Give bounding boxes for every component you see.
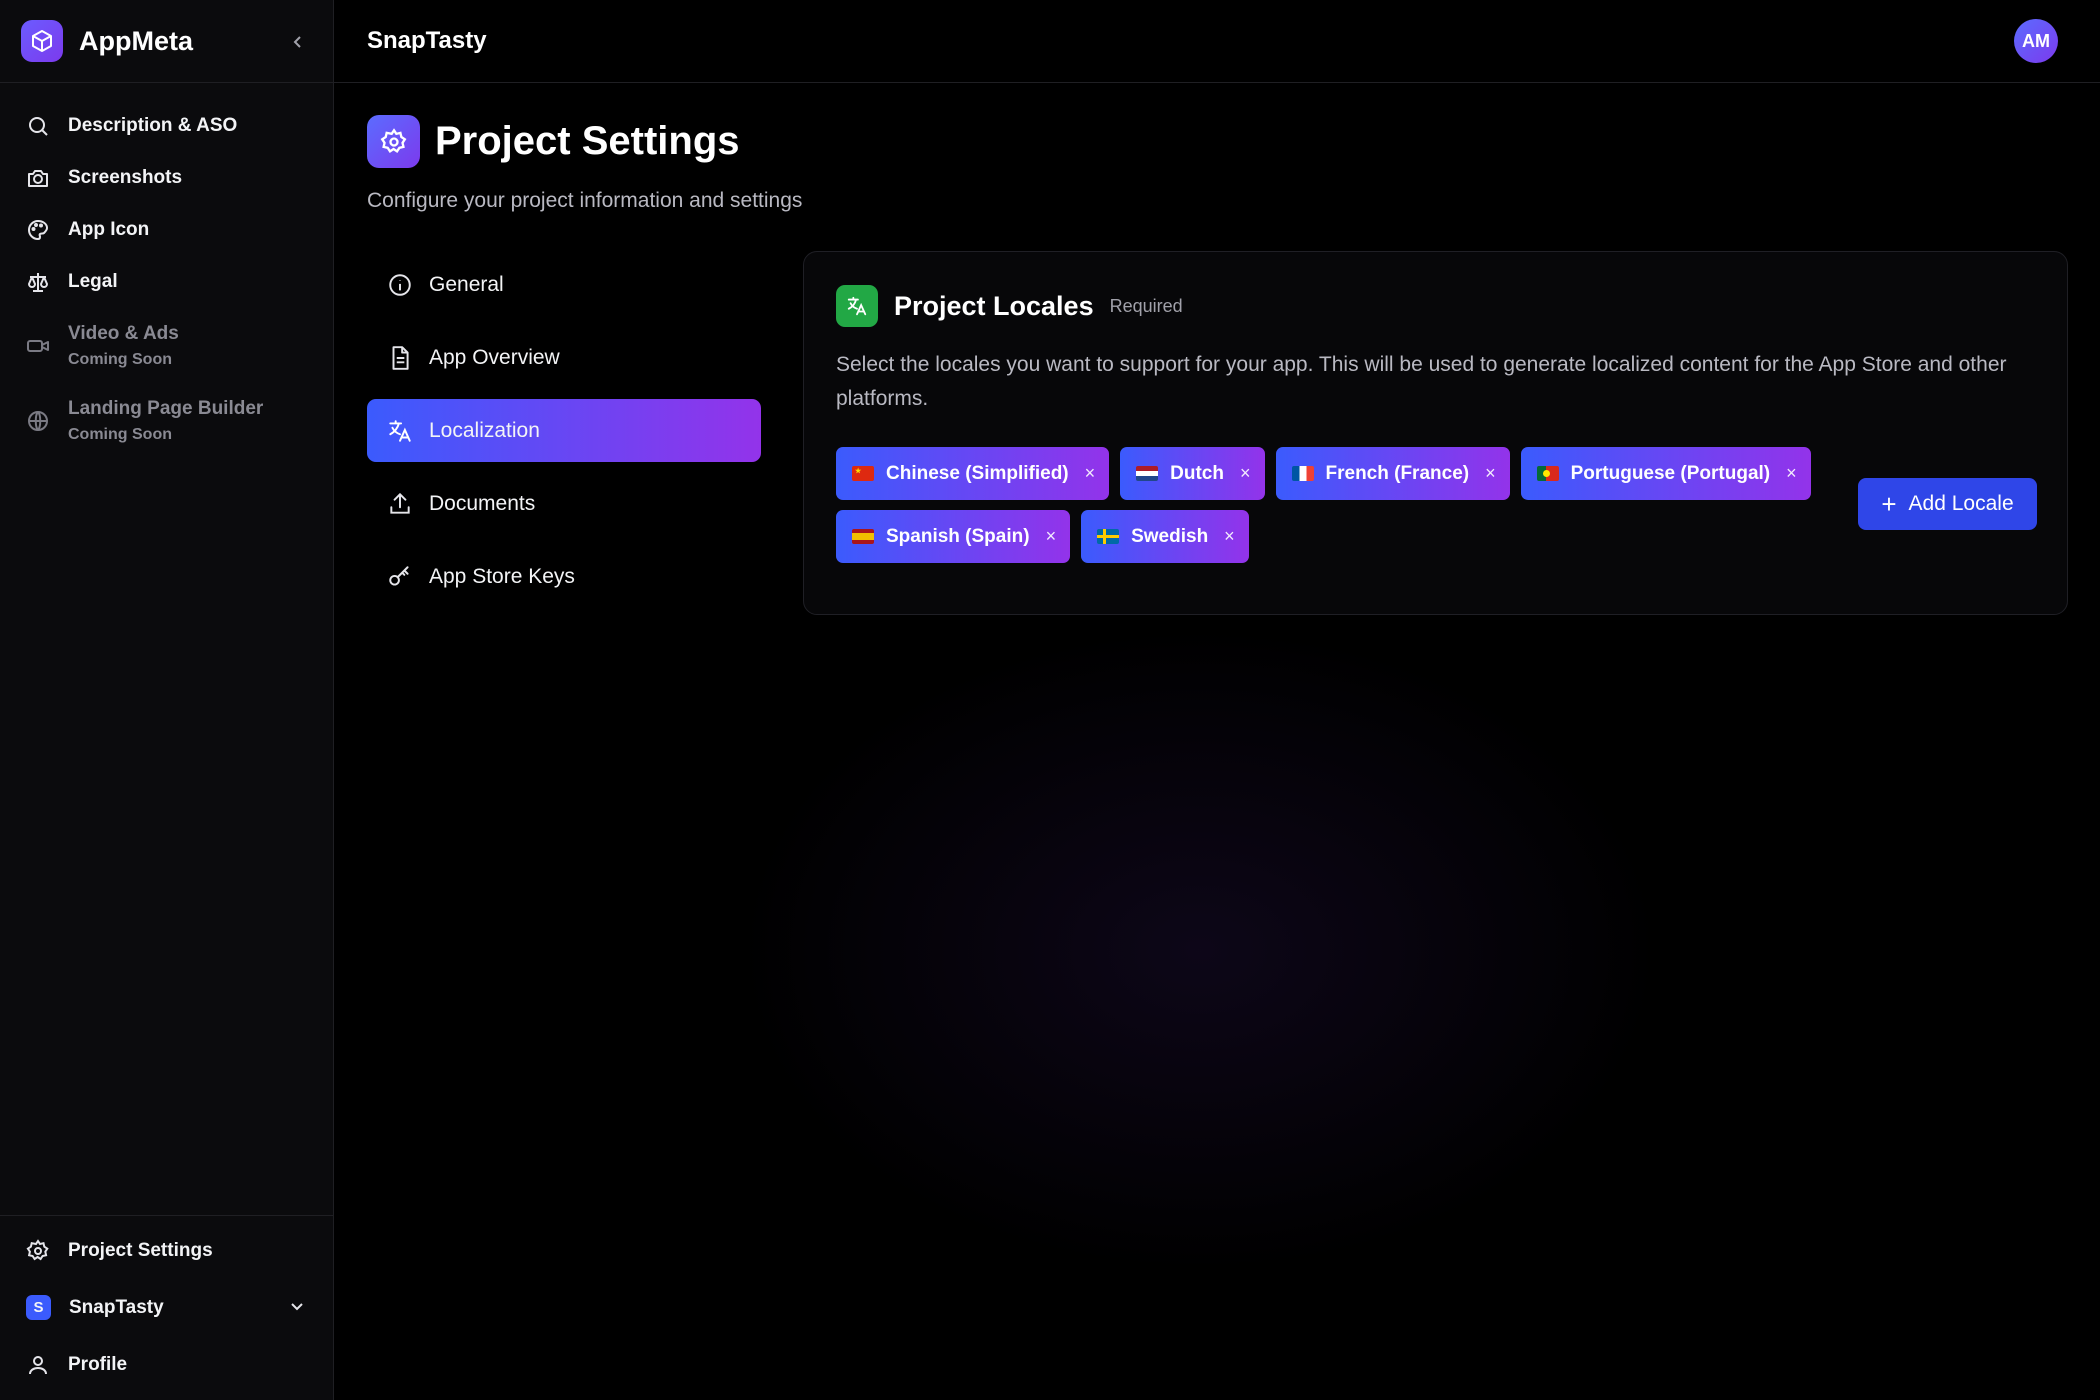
locale-name: Swedish — [1131, 525, 1209, 547]
locale-chip: French (France) × — [1275, 447, 1510, 500]
remove-locale-button[interactable]: × — [1224, 526, 1235, 547]
project-name: SnapTasty — [367, 27, 487, 54]
sidebar-item-screenshots[interactable]: Screenshots — [0, 152, 334, 204]
gear-icon — [367, 115, 420, 168]
page-subtitle: Configure your project information and s… — [367, 189, 803, 212]
remove-locale-button[interactable]: × — [1485, 463, 1496, 484]
tab-localization[interactable]: Localization — [367, 399, 761, 462]
sidebar: AppMeta Description & ASO Screenshots Ap… — [0, 0, 334, 1400]
sidebar-item-video-ads: Video & Ads Coming Soon — [0, 308, 334, 383]
page-title: Project Settings — [435, 119, 740, 163]
sidebar-item-description-aso[interactable]: Description & ASO — [0, 100, 334, 152]
sidebar-item-app-icon[interactable]: App Icon — [0, 204, 334, 256]
locale-chip: Spanish (Spain) × — [836, 510, 1071, 563]
settings-tabs: General App Overview Localization Docume… — [367, 253, 761, 618]
chevron-left-icon — [293, 36, 301, 48]
tab-label: Documents — [429, 491, 536, 515]
card-title: Project Locales — [894, 290, 1094, 321]
project-switcher-label: SnapTasty — [69, 1296, 164, 1318]
locale-name: French (France) — [1325, 462, 1470, 484]
info-icon — [389, 273, 411, 296]
coming-soon-label: Coming Soon — [68, 425, 172, 443]
collapse-sidebar-button[interactable] — [284, 28, 312, 56]
tab-label: Localization — [429, 418, 540, 442]
remove-locale-button[interactable]: × — [1085, 463, 1096, 484]
netherlands-flag-icon — [1136, 466, 1159, 481]
sidebar-item-project-settings[interactable]: Project Settings — [0, 1222, 334, 1279]
app-name: AppMeta — [79, 25, 193, 56]
tab-app-overview[interactable]: App Overview — [367, 326, 761, 389]
scale-icon — [28, 273, 48, 292]
sidebar-item-label: Project Settings — [68, 1239, 213, 1261]
video-icon — [27, 339, 49, 352]
translate-icon — [389, 419, 411, 442]
add-locale-label: Add Locale — [1908, 492, 2014, 515]
sweden-flag-icon — [1097, 529, 1120, 544]
sidebar-item-legal[interactable]: Legal — [0, 256, 334, 308]
search-icon — [29, 117, 48, 136]
chevron-down-icon — [291, 1303, 303, 1311]
card-description: Select the locales you want to support f… — [836, 353, 2007, 410]
project-badge: S — [26, 1295, 51, 1320]
sidebar-nav: Description & ASO Screenshots App Icon L… — [0, 100, 334, 458]
page-header: Project Settings Configure your project … — [367, 115, 802, 213]
background-glow — [700, 600, 1700, 1300]
locale-name: Dutch — [1170, 462, 1224, 484]
app-logo-icon[interactable] — [21, 20, 63, 62]
locale-chip: Dutch × — [1120, 447, 1265, 500]
sidebar-item-label: Landing Page Builder — [68, 397, 264, 419]
sidebar-item-label: Description & ASO — [68, 115, 238, 136]
required-label: Required — [1109, 295, 1183, 316]
sidebar-item-label: Legal — [68, 271, 118, 292]
plus-icon: + — [1881, 489, 1897, 519]
remove-locale-button[interactable]: × — [1786, 463, 1797, 484]
locale-chip: Portuguese (Portugal) × — [1520, 447, 1811, 500]
project-locales-card: Project Locales Required Select the loca… — [803, 251, 2068, 615]
sidebar-item-landing-page-builder: Landing Page Builder Coming Soon — [0, 383, 334, 458]
sidebar-footer: Project Settings S SnapTasty Profile — [0, 1215, 334, 1393]
tab-app-store-keys[interactable]: App Store Keys — [367, 545, 761, 608]
portugal-flag-icon — [1536, 466, 1559, 481]
france-flag-icon — [1291, 466, 1314, 481]
key-icon — [389, 565, 409, 586]
add-locale-button[interactable]: + Add Locale — [1858, 478, 2037, 530]
locale-chip: ★ Chinese (Simplified) × — [836, 447, 1110, 500]
remove-locale-button[interactable]: × — [1046, 526, 1057, 547]
remove-locale-button[interactable]: × — [1240, 463, 1251, 484]
palette-icon — [28, 219, 49, 241]
project-switcher[interactable]: S SnapTasty — [0, 1279, 334, 1336]
sidebar-item-label: Profile — [68, 1353, 128, 1375]
locale-name: Portuguese (Portugal) — [1570, 462, 1771, 484]
sidebar-item-label: Video & Ads — [68, 322, 179, 344]
tab-label: General — [429, 272, 504, 296]
sidebar-item-label: App Icon — [68, 219, 150, 240]
locale-chip: Swedish × — [1081, 510, 1249, 563]
locale-name: Spanish (Spain) — [886, 525, 1030, 547]
china-flag-icon: ★ — [852, 466, 874, 481]
locale-chip-list: ★ Chinese (Simplified) × Dutch × French … — [836, 447, 1816, 563]
gear-icon — [26, 1238, 49, 1260]
sidebar-item-profile[interactable]: Profile — [0, 1336, 334, 1393]
locale-name: Chinese (Simplified) — [886, 462, 1069, 484]
translate-icon — [836, 285, 878, 327]
tab-label: App Overview — [429, 345, 560, 369]
tab-documents[interactable]: Documents — [367, 472, 761, 535]
user-icon — [29, 1355, 47, 1374]
spain-flag-icon — [852, 529, 874, 544]
avatar[interactable]: AM — [2014, 19, 2058, 63]
tab-general[interactable]: General — [367, 253, 761, 316]
upload-icon — [390, 492, 410, 514]
top-bar: SnapTasty AM — [334, 0, 2100, 83]
sidebar-item-label: Screenshots — [68, 167, 183, 188]
tab-label: App Store Keys — [429, 564, 575, 588]
camera-icon — [28, 170, 48, 187]
document-icon — [392, 345, 409, 370]
globe-icon — [28, 410, 48, 431]
coming-soon-label: Coming Soon — [68, 350, 172, 368]
